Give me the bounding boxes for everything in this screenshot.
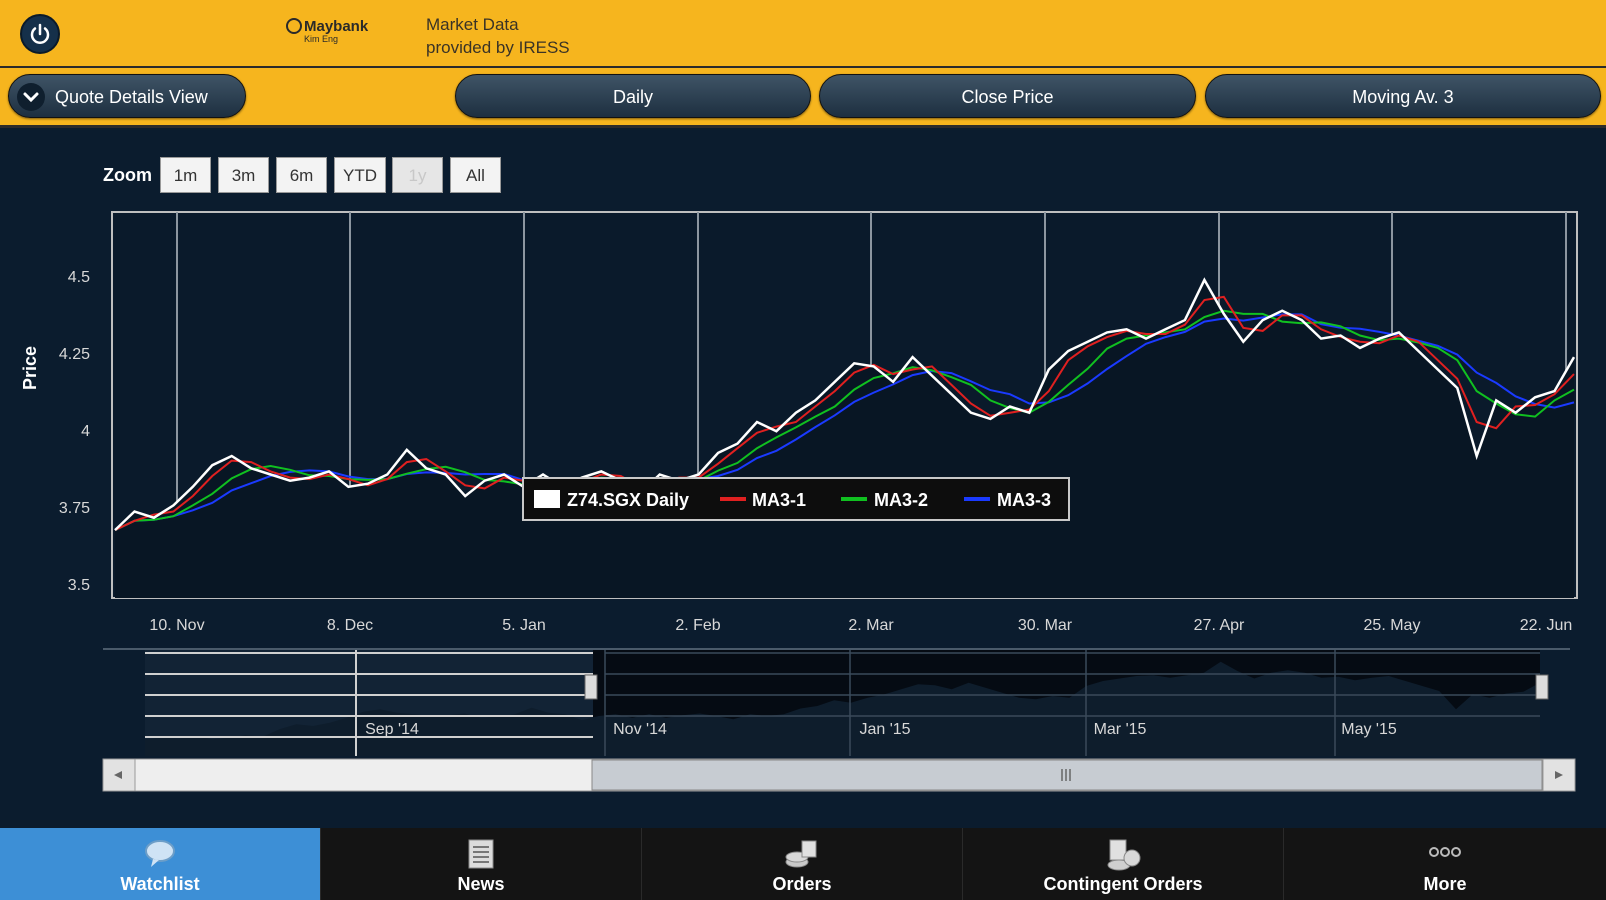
- x-tick-label: 5. Jan: [502, 617, 546, 634]
- legend-swatch-price: [534, 490, 560, 508]
- power-icon: [30, 23, 50, 44]
- navigator-tick-label: Sep '14: [365, 721, 419, 738]
- nav-watchlist[interactable]: Watchlist: [0, 828, 321, 900]
- x-tick-label: 30. Mar: [1018, 617, 1073, 634]
- y-tick-label: 4: [81, 423, 90, 440]
- legend-swatch-ma3-1: [720, 497, 746, 501]
- navigator-right-handle[interactable]: [1535, 674, 1549, 700]
- zoom-all-button[interactable]: All: [450, 157, 501, 193]
- y-tick-label: 4.5: [68, 269, 90, 286]
- scroll-thumb[interactable]: [591, 759, 1543, 791]
- price-type-button[interactable]: Close Price: [819, 74, 1196, 118]
- chart-toolbar: Quote Details View Daily Close Price Mov…: [0, 68, 1606, 128]
- period-label: Daily: [612, 87, 653, 107]
- chart-legend: Z74.SGX Daily MA3-1 MA3-2 MA3-3: [522, 477, 1070, 521]
- market-data-provider: Market Data provided by IRESS: [426, 13, 570, 59]
- coins-icon: [785, 840, 817, 868]
- contingent-orders-icon: [1107, 839, 1141, 871]
- price-chart[interactable]: 4.5 4.25 4 3.75 3.5 10. Nov 8. Dec 5. Ja…: [0, 200, 1606, 860]
- x-tick-label: 2. Feb: [675, 617, 720, 634]
- logo-subtitle: Kim Eng: [304, 34, 339, 44]
- x-tick-label: 8. Dec: [327, 617, 373, 634]
- nav-label: Watchlist: [120, 874, 200, 894]
- nav-orders[interactable]: Orders: [642, 828, 963, 900]
- nav-news[interactable]: News: [321, 828, 642, 900]
- x-tick-label: 25. May: [1364, 617, 1421, 634]
- legend-swatch-ma3-3: [964, 497, 990, 501]
- legend-label-price: Z74.SGX Daily: [567, 490, 689, 510]
- legend-label-ma3-1: MA3-1: [752, 490, 806, 510]
- tiger-icon: [286, 18, 302, 34]
- chart-navigator[interactable]: Sep '14 Nov '14 Jan '15 Mar '15 May '15: [103, 648, 1570, 756]
- newspaper-icon: [468, 839, 494, 869]
- navigator-tick-label: Jan '15: [859, 721, 910, 738]
- chat-bubble-icon: [145, 840, 175, 867]
- legend-label-ma3-2: MA3-2: [874, 490, 928, 510]
- nav-label: News: [457, 874, 505, 894]
- navigator-tick-label: May '15: [1341, 721, 1397, 738]
- zoom-label: Zoom: [103, 165, 152, 185]
- chart-scrollbar[interactable]: [102, 758, 1576, 792]
- app-header: Maybank Kim Eng Market Data provided by …: [0, 0, 1606, 68]
- zoom-1y-button[interactable]: 1y: [392, 157, 443, 193]
- nav-more[interactable]: More: [1284, 828, 1606, 900]
- nav-label: Orders: [772, 874, 832, 894]
- nav-label: Contingent Orders: [1043, 874, 1203, 894]
- navigator-left-handle[interactable]: [584, 674, 598, 700]
- zoom-6m-button[interactable]: 6m: [276, 157, 327, 193]
- navigator-tick-label: Nov '14: [613, 721, 667, 738]
- legend-swatch-ma3-2: [841, 497, 867, 501]
- power-button[interactable]: [20, 14, 60, 54]
- y-tick-label: 4.25: [59, 346, 90, 363]
- y-tick-label: 3.5: [68, 577, 90, 594]
- x-tick-label: 2. Mar: [848, 617, 894, 634]
- x-tick-label: 10. Nov: [149, 617, 204, 634]
- indicator-label: Moving Av. 3: [1352, 87, 1454, 107]
- legend-label-ma3-3: MA3-3: [997, 490, 1051, 510]
- x-tick-label: 22. Jun: [1520, 617, 1572, 634]
- navigator-tick-label: Mar '15: [1094, 721, 1147, 738]
- zoom-ytd-button[interactable]: YTD: [334, 157, 386, 193]
- market-data-line2: provided by IRESS: [426, 38, 570, 57]
- maybank-logo: Maybank Kim Eng: [286, 18, 368, 44]
- y-tick-label: 3.75: [59, 500, 90, 517]
- nav-contingent-orders[interactable]: Contingent Orders: [963, 828, 1284, 900]
- quote-details-view-button[interactable]: Quote Details View: [8, 74, 246, 118]
- zoom-1m-button[interactable]: 1m: [160, 157, 211, 193]
- chevron-down-icon: [17, 83, 45, 111]
- x-tick-label: 27. Apr: [1194, 617, 1245, 634]
- market-data-line1: Market Data: [426, 15, 519, 34]
- quote-details-view-label: Quote Details View: [55, 87, 208, 107]
- nav-label: More: [1423, 874, 1467, 894]
- indicator-button[interactable]: Moving Av. 3: [1205, 74, 1601, 118]
- zoom-3m-button[interactable]: 3m: [218, 157, 269, 193]
- price-type-label: Close Price: [961, 87, 1054, 107]
- more-dots-icon: [1429, 847, 1461, 857]
- bottom-nav: Watchlist News Orders Contingent Orders: [0, 828, 1606, 900]
- period-button[interactable]: Daily: [455, 74, 811, 118]
